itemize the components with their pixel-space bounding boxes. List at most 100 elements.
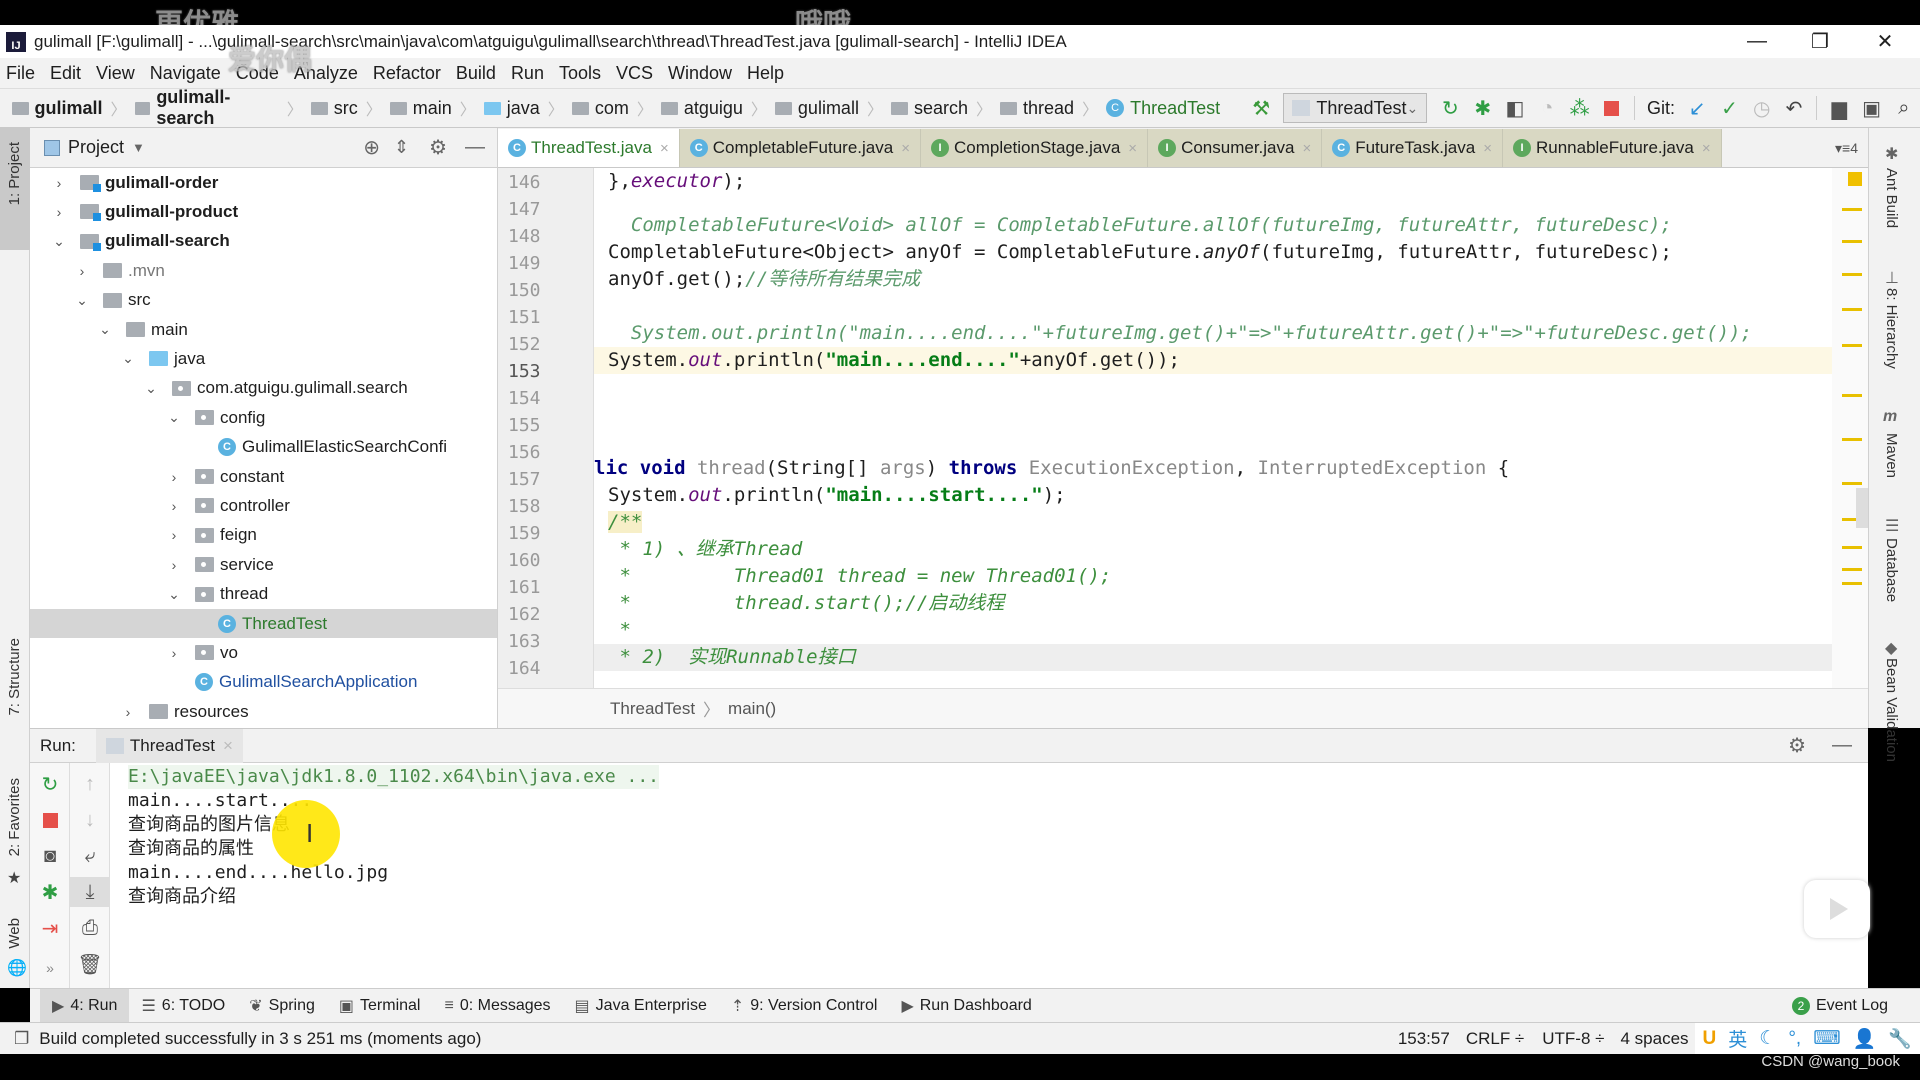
chevron-right-icon[interactable]: › (167, 498, 181, 514)
close-tab-icon[interactable]: × (1483, 140, 1492, 157)
wrench-icon[interactable]: 🔧 (1888, 1027, 1912, 1051)
tab-threadtest[interactable]: C ThreadTest.java × (498, 129, 680, 167)
hide-panel-icon[interactable]: — (1832, 734, 1852, 757)
chevron-right-icon[interactable]: › (167, 527, 181, 543)
breadcrumb-main[interactable]: main 〉 (386, 96, 480, 120)
menu-refactor[interactable]: Refactor (373, 63, 441, 84)
chevron-down-icon[interactable]: ⌄ (75, 292, 89, 309)
hide-panel-icon[interactable]: — (465, 136, 485, 159)
code-content[interactable]: },executor); CompletableFuture<Void> all… (594, 168, 1832, 688)
tab-overflow-button[interactable]: ▾≡4 (1835, 129, 1868, 167)
arrow-up-icon[interactable]: ↑ (70, 769, 110, 799)
tool-window-structure[interactable]: 7: Structure (6, 638, 23, 716)
tree-item[interactable]: ⌄ gulimall-search (30, 227, 497, 256)
run-anything-icon[interactable]: ▣ (1858, 94, 1884, 122)
breadcrumb-thread[interactable]: thread 〉 (996, 96, 1102, 120)
project-view-selector[interactable]: Project (68, 137, 124, 158)
tool-window-database[interactable]: Database (1883, 538, 1900, 602)
breadcrumb-threadtest[interactable]: C ThreadTest (1102, 98, 1224, 119)
tree-item[interactable]: › controller (30, 491, 497, 520)
menu-build[interactable]: Build (456, 63, 496, 84)
line-separator-selector[interactable]: CRLF ÷ (1466, 1029, 1524, 1049)
tree-item[interactable]: ⌄ src (30, 286, 497, 315)
console-output[interactable]: E:\javaEE\java\jdk1.8.0_1102.x64\bin\jav… (128, 765, 660, 909)
chevron-right-icon[interactable]: › (52, 204, 66, 220)
menu-run[interactable]: Run (511, 63, 544, 84)
user-icon[interactable]: 👤 (1853, 1027, 1877, 1051)
tree-item[interactable]: C GulimallSearchApplication (30, 668, 497, 697)
menu-vcs[interactable]: VCS (616, 63, 653, 84)
attach-debugger-icon[interactable]: ⁂ (1566, 94, 1592, 122)
coverage-icon[interactable]: ◧ (1502, 94, 1528, 122)
chevron-down-icon[interactable]: ▼ (132, 140, 145, 155)
tree-item[interactable]: › resources (30, 697, 497, 726)
search-icon[interactable]: ⌕ (1891, 94, 1917, 122)
chevron-right-icon[interactable]: › (167, 557, 181, 573)
tool-window-project[interactable]: 1: Project (6, 142, 23, 205)
scrollbar-thumb[interactable] (1856, 488, 1868, 528)
chevron-down-icon[interactable]: ⌄ (144, 380, 158, 397)
tab-runnablefuture[interactable]: I RunnableFuture.java × (1502, 129, 1722, 167)
close-tab-icon[interactable]: × (1302, 140, 1311, 157)
scroll-to-end-icon[interactable]: ⤓ (70, 877, 110, 907)
history-icon[interactable]: ◷ (1749, 94, 1775, 122)
rerun-icon[interactable]: ↻ (1437, 94, 1463, 122)
close-tab-icon[interactable]: × (1128, 140, 1137, 157)
gear-icon[interactable]: ⚙ (1788, 733, 1806, 758)
chevron-right-icon[interactable]: › (121, 704, 135, 720)
breadcrumb-gulimall-pkg[interactable]: gulimall 〉 (771, 96, 887, 120)
menu-navigate[interactable]: Navigate (150, 63, 221, 84)
breadcrumb-search[interactable]: search 〉 (887, 96, 996, 120)
tree-item[interactable]: › gulimall-order (30, 168, 497, 197)
menu-view[interactable]: View (96, 63, 135, 84)
tab-futuretask[interactable]: C FutureTask.java × (1322, 129, 1503, 167)
collapse-all-icon[interactable]: ⇕ (394, 137, 409, 158)
moon-icon[interactable]: ☾ (1759, 1027, 1776, 1050)
close-tab-icon[interactable]: × (223, 736, 233, 756)
tool-window-bean-validation[interactable]: Bean Validation (1883, 658, 1900, 762)
tool-tab-messages[interactable]: ≡ 0: Messages (432, 989, 562, 1023)
tree-item[interactable]: › service (30, 550, 497, 579)
minimize-button[interactable]: — (1727, 25, 1787, 58)
tree-item[interactable]: › .mvn (30, 256, 497, 285)
chevron-down-icon[interactable]: ⌄ (167, 586, 181, 603)
chevron-down-icon[interactable]: ⌄ (121, 350, 135, 367)
breadcrumb-class[interactable]: ThreadTest (610, 699, 695, 719)
breadcrumb-method[interactable]: main() (728, 699, 776, 719)
chevron-right-icon[interactable]: › (75, 263, 89, 279)
rerun-icon[interactable]: ↻ (30, 769, 70, 799)
close-tab-icon[interactable]: × (660, 140, 669, 157)
chevron-right-icon[interactable]: › (52, 175, 66, 191)
tree-item[interactable]: ⌄ java (30, 344, 497, 373)
tool-tab-run[interactable]: ▶ 4: Run (40, 988, 130, 1023)
tab-completablefuture[interactable]: C CompletableFuture.java × (679, 129, 921, 167)
encoding-selector[interactable]: UTF-8 ÷ (1542, 1029, 1604, 1049)
inspection-status-icon[interactable] (1848, 172, 1862, 186)
tool-tab-version-control[interactable]: ⇡ 9: Version Control (719, 989, 890, 1023)
tree-item[interactable]: › gulimall-product (30, 197, 497, 226)
tree-item[interactable]: C ThreadTest (30, 609, 497, 638)
tool-window-web[interactable]: Web (6, 918, 23, 949)
run-config-selector[interactable]: ThreadTest ⌄ (1283, 93, 1428, 123)
chevron-right-icon[interactable]: › (167, 645, 181, 661)
git-commit-icon[interactable]: ✓ (1716, 94, 1742, 122)
stop-icon[interactable] (1599, 94, 1625, 122)
tab-consumer[interactable]: I Consumer.java × (1148, 129, 1323, 167)
restore-button[interactable]: ❐ (1790, 25, 1850, 58)
chevron-down-icon[interactable]: ⌄ (52, 233, 66, 250)
tab-completionstage[interactable]: I CompletionStage.java × (920, 129, 1149, 167)
breadcrumb-gulimall-search[interactable]: gulimall-search 〉 (131, 87, 307, 129)
menu-edit[interactable]: Edit (50, 63, 81, 84)
hammer-icon[interactable]: ⚒ (1248, 94, 1274, 122)
tool-tab-spring[interactable]: ❦ Spring (237, 989, 327, 1023)
indent-selector[interactable]: 4 spaces (1620, 1029, 1688, 1049)
event-log-button[interactable]: 2 Event Log (1780, 989, 1900, 1023)
locate-icon[interactable]: ⊕ (363, 135, 380, 160)
menu-file[interactable]: File (6, 63, 35, 84)
tool-window-favorites[interactable]: 2: Favorites (6, 778, 23, 856)
tree-item[interactable]: ⌄ main (30, 315, 497, 344)
menu-tools[interactable]: Tools (559, 63, 601, 84)
close-tab-icon[interactable]: × (1702, 140, 1711, 157)
close-tab-icon[interactable]: × (901, 140, 910, 157)
tree-item[interactable]: › constant (30, 462, 497, 491)
